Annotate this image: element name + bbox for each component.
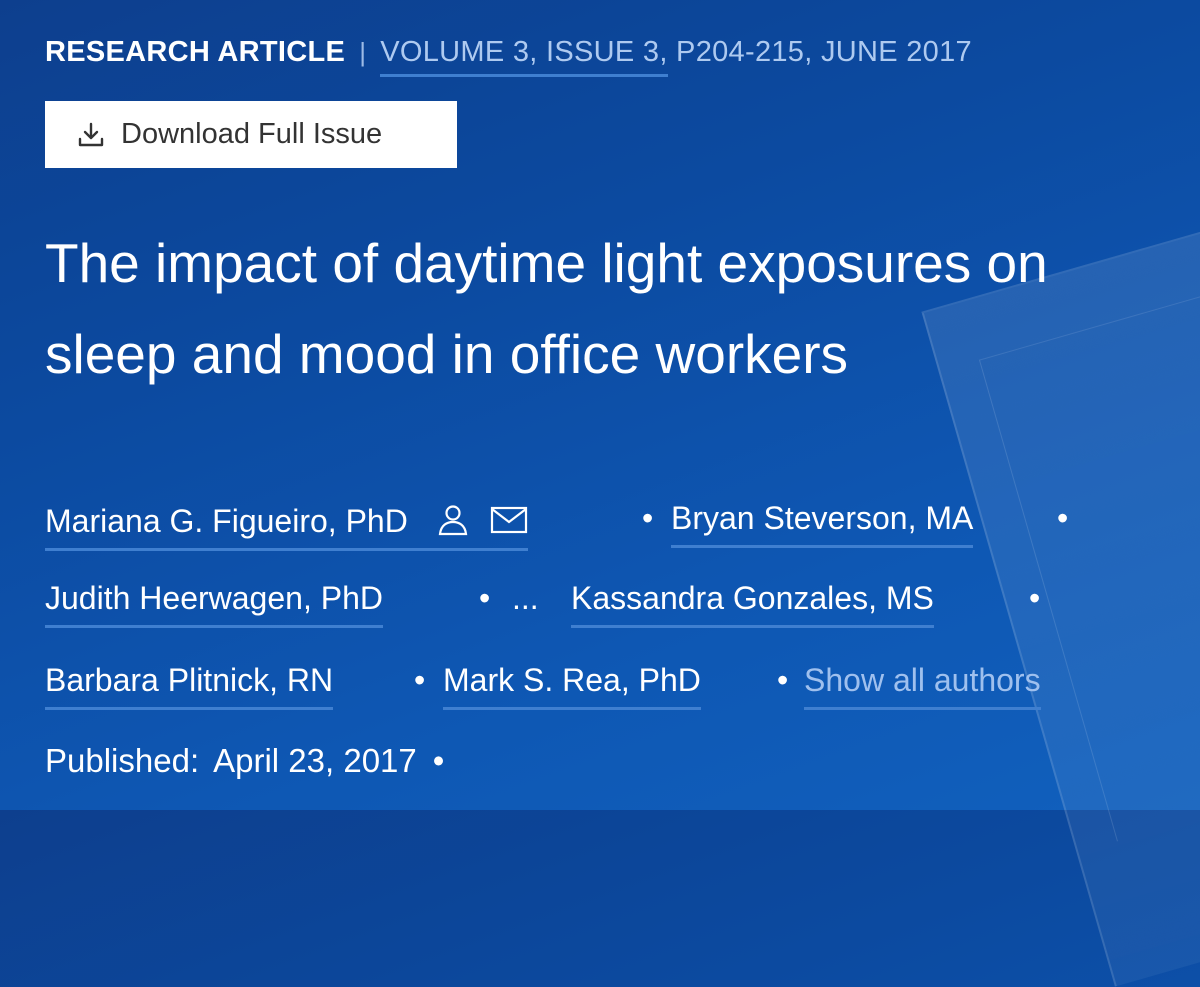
author-contact-icons bbox=[438, 504, 528, 536]
author-link[interactable]: Barbara Plitnick, RN bbox=[45, 662, 334, 710]
mail-icon[interactable] bbox=[490, 506, 528, 534]
author-link[interactable]: Mariana G. Figueiro, PhD bbox=[45, 500, 528, 551]
article-title: The impact of daytime light exposures on… bbox=[45, 232, 1048, 385]
author-separator: • bbox=[414, 662, 426, 698]
show-all-authors-link[interactable]: Show all authors bbox=[804, 662, 1041, 710]
published-label: Published: bbox=[45, 742, 200, 779]
download-full-issue-button[interactable]: Download Full Issue bbox=[45, 101, 457, 168]
person-icon[interactable] bbox=[438, 504, 468, 536]
meta-separator: | bbox=[359, 37, 367, 67]
author-separator: • bbox=[777, 662, 789, 698]
authors-ellipsis: ... bbox=[512, 580, 539, 616]
author-link[interactable]: Mark S. Rea, PhD bbox=[443, 662, 701, 710]
download-icon bbox=[77, 121, 105, 149]
article-type: RESEARCH ARTICLE bbox=[45, 36, 346, 68]
author-link[interactable]: Bryan Steverson, MA bbox=[671, 500, 974, 548]
published-info: Published: April 23, 2017 • bbox=[45, 742, 444, 780]
published-date: April 23, 2017 bbox=[213, 742, 417, 779]
author-link[interactable]: Judith Heerwagen, PhD bbox=[45, 580, 383, 628]
author-separator: • bbox=[479, 580, 491, 616]
author-separator: • bbox=[1029, 580, 1041, 616]
author-name: Mariana G. Figueiro, PhD bbox=[45, 503, 408, 539]
published-separator: • bbox=[432, 742, 445, 779]
article-meta: RESEARCH ARTICLE | VOLUME 3, ISSUE 3, P204… bbox=[45, 36, 972, 77]
author-separator: • bbox=[642, 500, 654, 536]
author-separator: • bbox=[1057, 500, 1069, 536]
author-link[interactable]: Kassandra Gonzales, MS bbox=[571, 580, 934, 628]
pages-date: P204-215, JUNE 2017 bbox=[667, 36, 972, 68]
download-label: Download Full Issue bbox=[121, 118, 383, 150]
volume-issue-link[interactable]: VOLUME 3, ISSUE 3, bbox=[380, 36, 668, 77]
